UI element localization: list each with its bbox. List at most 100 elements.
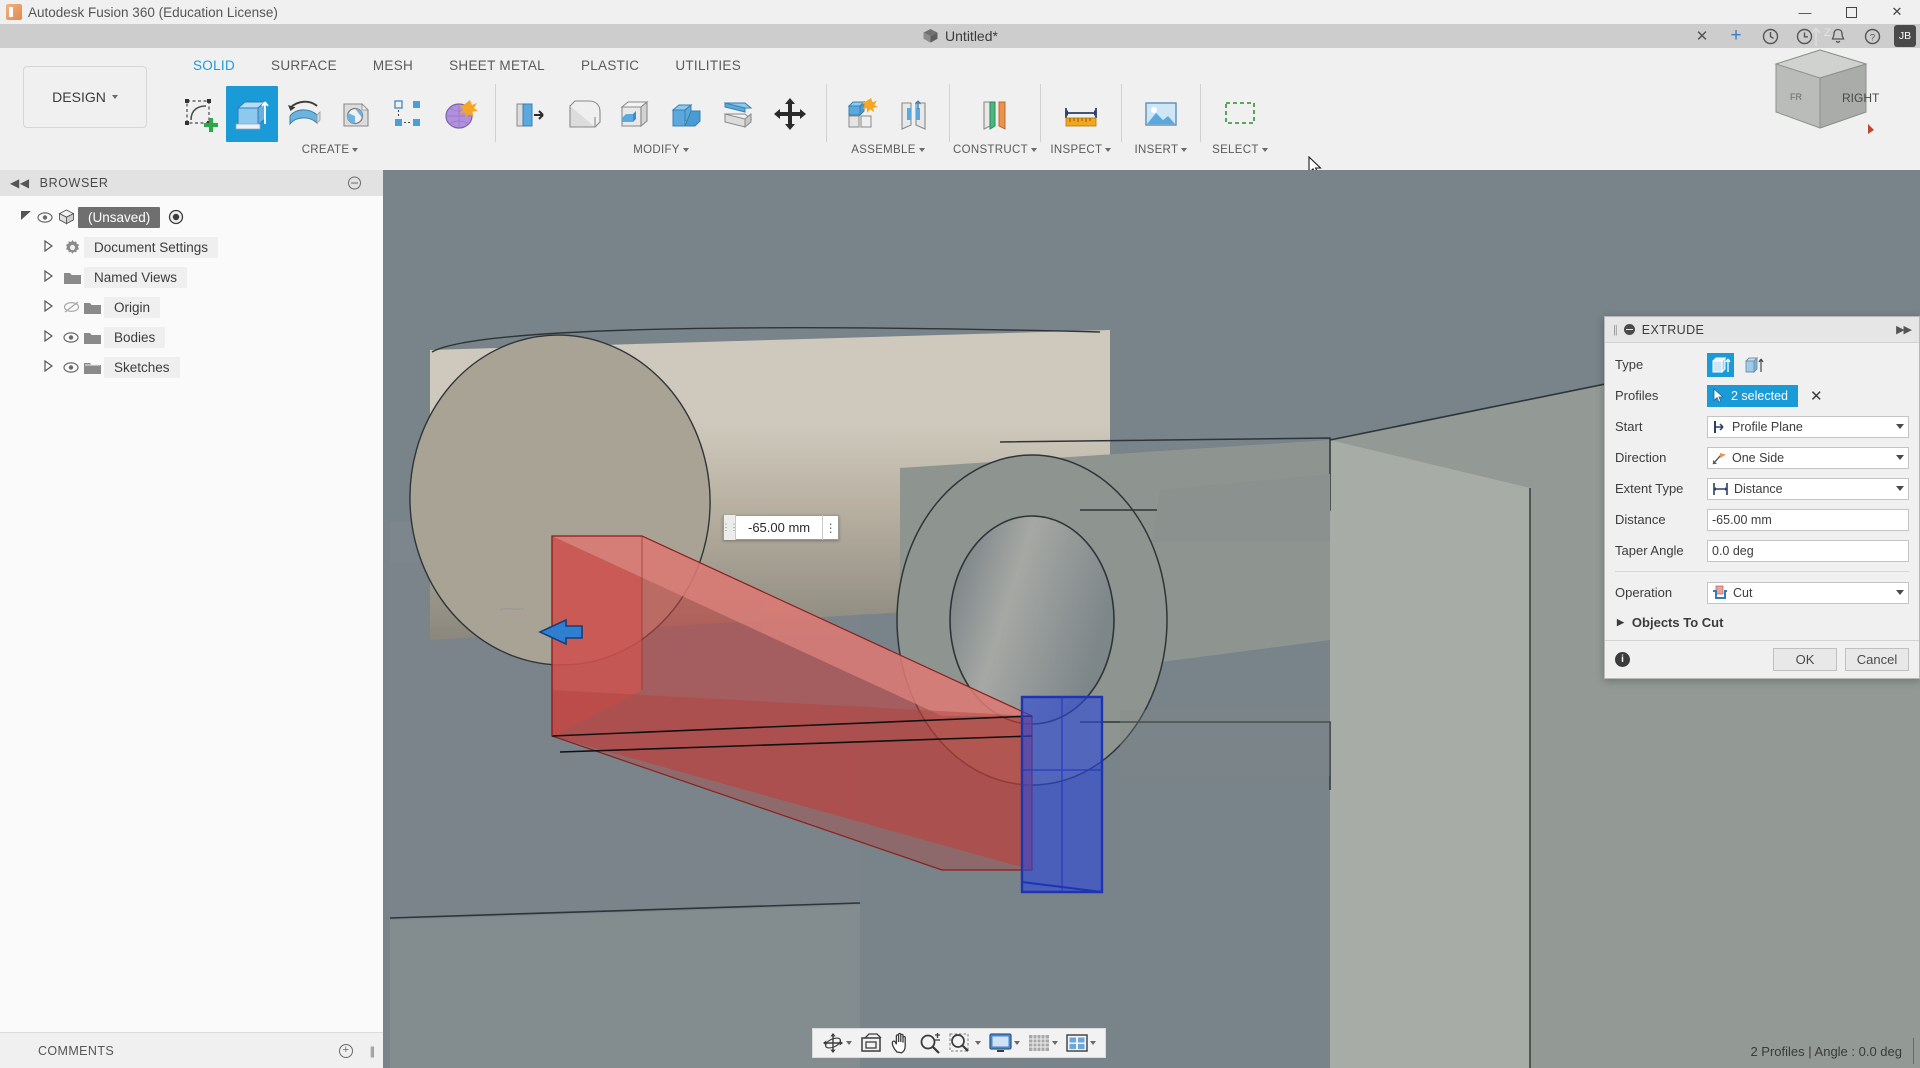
- tab-sheet-metal[interactable]: SHEET METAL: [431, 56, 563, 75]
- browser-item-origin[interactable]: Origin: [0, 292, 383, 322]
- expand-triangle-down-icon[interactable]: [18, 210, 34, 224]
- expand-triangle-right-icon[interactable]: ▶: [1617, 617, 1624, 628]
- tab-plastic[interactable]: PLASTIC: [563, 56, 657, 75]
- insert-canvas-button[interactable]: [1131, 86, 1191, 142]
- fillet-button[interactable]: [557, 86, 609, 142]
- avatar[interactable]: JB: [1894, 25, 1916, 47]
- collapse-left-icon[interactable]: ◀◀: [10, 176, 30, 190]
- minimize-circle-icon[interactable]: [348, 176, 361, 190]
- form-button[interactable]: [434, 86, 486, 142]
- group-label-select[interactable]: SELECT: [1212, 144, 1268, 156]
- workspace-switcher[interactable]: DESIGN: [23, 66, 147, 128]
- extrude-type-taper-button[interactable]: [1740, 353, 1767, 377]
- expand-triangle-right-icon[interactable]: [40, 299, 56, 315]
- visibility-eye-icon[interactable]: [60, 331, 82, 343]
- chevron-down-icon[interactable]: [1896, 590, 1904, 595]
- comments-bar[interactable]: COMMENTS + |||: [0, 1032, 383, 1068]
- expand-triangle-right-icon[interactable]: [40, 329, 56, 345]
- draft-button[interactable]: [661, 86, 713, 142]
- chevron-down-icon[interactable]: [1896, 424, 1904, 429]
- add-tab-button[interactable]: +: [1719, 24, 1753, 48]
- clear-selection-button[interactable]: ✕: [1810, 387, 1823, 405]
- offset-face-button[interactable]: [713, 86, 765, 142]
- expand-triangle-right-icon[interactable]: [40, 269, 56, 285]
- tab-solid[interactable]: SOLID: [175, 56, 253, 75]
- measure-button[interactable]: [1050, 86, 1112, 142]
- extrude-label-taper-angle: Taper Angle: [1615, 543, 1684, 558]
- visibility-eye-off-icon[interactable]: [60, 301, 82, 313]
- dimension-value[interactable]: -65.00 mm: [736, 520, 822, 535]
- taper-angle-input[interactable]: 0.0 deg: [1707, 539, 1909, 562]
- start-dropdown[interactable]: Profile Plane: [1707, 415, 1909, 438]
- extent-type-dropdown[interactable]: Distance: [1707, 477, 1909, 500]
- resize-grip-icon[interactable]: |||: [370, 1044, 376, 1058]
- view-cube[interactable]: Z RIGHT FR: [1750, 20, 1880, 150]
- info-icon[interactable]: i: [1615, 652, 1630, 667]
- activate-component-radio[interactable]: [168, 209, 184, 225]
- browser-item-document-settings[interactable]: Document Settings: [0, 232, 383, 262]
- chevron-down-icon[interactable]: [1896, 486, 1904, 491]
- close-button[interactable]: ✕: [1874, 0, 1920, 24]
- browser-item-sketches[interactable]: Sketches: [0, 352, 383, 382]
- ribbon: DESIGN SOLID SURFACE MESH SHEET METAL PL…: [0, 48, 1920, 176]
- add-comment-icon[interactable]: +: [339, 1043, 353, 1058]
- group-label-insert[interactable]: INSERT: [1135, 144, 1188, 156]
- chevron-down-icon[interactable]: [1896, 455, 1904, 460]
- drag-grip-icon[interactable]: ||: [1613, 324, 1618, 336]
- objects-to-cut-section[interactable]: ▶ Objects To Cut: [1615, 608, 1909, 636]
- operation-dropdown[interactable]: Cut: [1707, 581, 1909, 604]
- extrude-type-profile-button[interactable]: [1707, 352, 1734, 377]
- pattern-button[interactable]: [382, 86, 434, 142]
- group-label-construct[interactable]: CONSTRUCT: [953, 144, 1037, 156]
- expand-triangle-right-icon[interactable]: [40, 239, 56, 255]
- ok-button[interactable]: OK: [1773, 648, 1837, 671]
- tab-mesh[interactable]: MESH: [355, 56, 431, 75]
- browser-item-named-views[interactable]: Named Views: [0, 262, 383, 292]
- sweep-button[interactable]: [330, 86, 382, 142]
- more-options-icon[interactable]: ⋮: [822, 515, 838, 540]
- browser-item-label: Bodies: [104, 326, 166, 348]
- revolve-button[interactable]: [278, 86, 330, 142]
- expand-triangle-right-icon[interactable]: [40, 359, 56, 375]
- group-label-create[interactable]: CREATE: [302, 144, 359, 156]
- extrude-row-extent-type: Extent Type Distance: [1615, 473, 1909, 504]
- cancel-button[interactable]: Cancel: [1845, 648, 1909, 671]
- group-label-inspect[interactable]: INSPECT: [1050, 144, 1112, 156]
- visibility-eye-icon[interactable]: [60, 361, 82, 373]
- profiles-selection-button[interactable]: 2 selected: [1707, 384, 1798, 407]
- collapse-dialog-icon[interactable]: [1623, 324, 1635, 335]
- drag-grip-icon[interactable]: ⋮⋮: [722, 515, 739, 540]
- move-copy-button[interactable]: [765, 86, 817, 142]
- extrude-button[interactable]: [226, 86, 278, 142]
- tab-utilities[interactable]: UTILITIES: [657, 56, 759, 75]
- extrude-dialog-header[interactable]: || EXTRUDE ▶▶: [1605, 317, 1919, 343]
- shell-button[interactable]: [609, 86, 661, 142]
- visibility-eye-icon[interactable]: [34, 211, 56, 223]
- extrude-row-type: Type: [1615, 349, 1909, 380]
- ribbon-group-inspect: INSPECT: [1044, 80, 1118, 156]
- tab-surface[interactable]: SURFACE: [253, 56, 355, 75]
- extrude-row-distance: Distance -65.00 mm: [1615, 504, 1909, 535]
- close-tab-button[interactable]: ✕: [1685, 24, 1719, 48]
- offset-plane-button[interactable]: [965, 86, 1025, 142]
- new-component-button[interactable]: [836, 86, 888, 142]
- browser-tree: (Unsaved) Document Settings Named Views: [0, 196, 383, 382]
- select-window-button[interactable]: [1210, 86, 1270, 142]
- distance-value: -65.00 mm: [1712, 512, 1772, 527]
- group-label-assemble[interactable]: ASSEMBLE: [851, 144, 925, 156]
- press-pull-button[interactable]: [505, 86, 557, 142]
- measure-icon: [1064, 108, 1097, 127]
- create-sketch-button[interactable]: [174, 86, 226, 142]
- expand-right-icon[interactable]: ▶▶: [1896, 323, 1912, 336]
- direction-dropdown[interactable]: One Side: [1707, 446, 1909, 469]
- dimension-input[interactable]: ⋮⋮ -65.00 mm ⋮: [722, 515, 840, 540]
- distance-input[interactable]: -65.00 mm: [1707, 508, 1909, 531]
- group-label-modify[interactable]: MODIFY: [633, 144, 689, 156]
- extrude-row-profiles: Profiles 2 selected ✕: [1615, 380, 1909, 411]
- ribbon-separator: [1039, 84, 1041, 142]
- browser-item-unsaved[interactable]: (Unsaved): [0, 202, 383, 232]
- fusion-logo-icon: [6, 4, 22, 20]
- document-tab[interactable]: Untitled*: [922, 28, 998, 44]
- browser-item-bodies[interactable]: Bodies: [0, 322, 383, 352]
- joint-button[interactable]: [888, 86, 940, 142]
